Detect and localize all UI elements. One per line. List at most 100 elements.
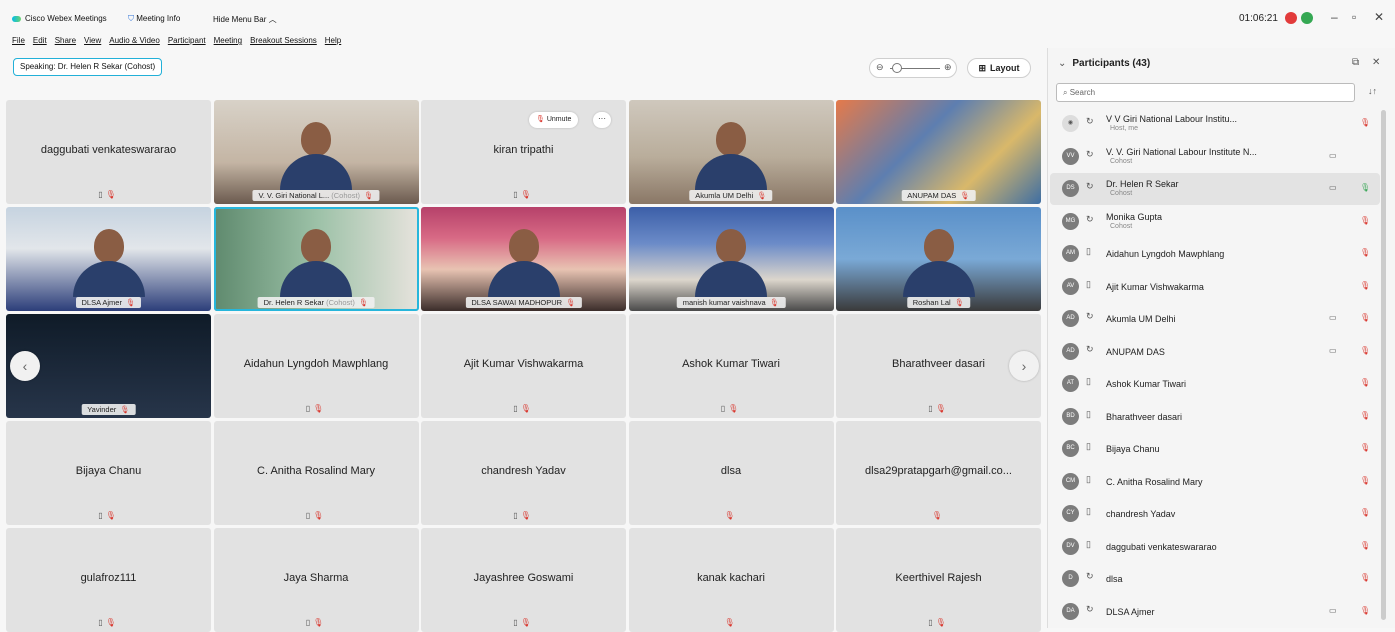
zoom-slider[interactable]: ⊖ ⊕ [869,58,957,78]
tile-status-icons: ▯🎙 [6,190,211,199]
participant-row[interactable]: AV ▯ Ajit Kumar Vishwakarma 🎙 [1050,271,1380,303]
participant-row[interactable]: BD ▯ Bharathveer dasari 🎙 [1050,401,1380,433]
participants-title[interactable]: ⌄ Participants (43) [1058,58,1150,69]
panel-close-icon[interactable]: ✕ [1372,57,1380,68]
participant-tile[interactable]: dlsa29pratapgarh@gmail.co... 🎙 [836,421,1041,525]
mic-muted-icon[interactable]: 🎙 [1360,216,1370,225]
layout-button[interactable]: ⊞ Layout [967,58,1031,78]
popout-icon[interactable]: ⧉ [1352,57,1359,68]
participant-tile[interactable]: Jaya Sharma ▯🎙 [213,528,419,632]
participant-tile[interactable]: Jayashree Goswami ▯🎙 [421,528,626,632]
participant-tile[interactable]: C. Anitha Rosalind Mary ▯🎙 [213,421,419,525]
participant-row[interactable]: AD ↻ ANUPAM DAS ▭ 🎙 [1050,336,1380,368]
mic-active-icon[interactable]: 🎙 [1360,183,1370,192]
participant-scrollbar[interactable] [1381,110,1386,620]
mic-muted-icon[interactable]: 🎙 [1360,281,1370,290]
participant-tile[interactable]: kanak kachari 🎙 [628,528,834,632]
participant-tile[interactable]: Ajit Kumar Vishwakarma ▯🎙 [421,314,626,418]
participant-tile[interactable]: Keerthivel Rajesh ▯🎙 [836,528,1041,632]
mic-muted-icon[interactable]: 🎙 [1360,508,1370,517]
participant-row[interactable]: DV ▯ daggubati venkateswararao 🎙 [1050,531,1380,563]
mic-muted-icon[interactable]: 🎙 [1360,606,1370,615]
menu-view[interactable]: View [84,36,101,45]
menu-participant[interactable]: Participant [168,36,206,45]
participant-row[interactable]: ◉ ↻ V V Giri National Labour Institu... Hos… [1050,108,1380,140]
zoom-handle[interactable] [892,63,902,73]
participant-tile[interactable]: manish kumar vaishnava 🎙 [628,207,834,311]
menu-share[interactable]: Share [55,36,76,45]
menu-file[interactable]: File [12,36,25,45]
participant-tile[interactable]: gulafroz111 ▯🎙 [6,528,211,632]
participant-row[interactable]: DA ↻ DLSA Ajmer ▭ 🎙 [1050,596,1380,628]
participant-tile[interactable]: dlsa 🎙 [628,421,834,525]
mic-muted-icon[interactable]: 🎙 [1360,573,1370,582]
participant-row[interactable]: D ↻ dlsa 🎙 [1050,563,1380,595]
menu-breakout-sessions[interactable]: Breakout Sessions [250,36,317,45]
mic-muted-icon[interactable]: 🎙 [1360,378,1370,387]
network-status-icon[interactable] [1301,12,1313,24]
mic-muted-icon: 🎙 [313,511,327,520]
participant-tile[interactable]: V. V. Giri National L... (Cohost) 🎙 [213,100,419,204]
mic-muted-icon[interactable]: 🎙 [1360,118,1370,127]
desktop-app-icon: ↻ [1086,213,1094,224]
more-options-button[interactable]: ··· [593,112,611,128]
mic-muted-icon: 🎙 [520,190,534,199]
participant-tile[interactable]: DLSA Ajmer 🎙 [6,207,211,311]
participant-row[interactable]: AD ↻ Akumla UM Delhi ▭ 🎙 [1050,303,1380,335]
hide-menu-bar-button[interactable]: Hide Menu Bar ︿ [213,14,277,25]
maximize-button[interactable]: ▫ [1352,10,1356,24]
participant-tile[interactable]: Aidahun Lyngdoh Mawphlang ▯🎙 [213,314,419,418]
participant-search-input[interactable]: ⌕ Search [1056,83,1355,102]
participant-row[interactable]: VV ↻ V. V. Giri National Labour Institute … [1050,141,1380,173]
mobile-device-icon: ▯ [1086,278,1091,289]
unmute-button[interactable]: 🎙 Unmute [529,112,579,128]
participant-row[interactable]: BC ▯ Bijaya Chanu 🎙 [1050,433,1380,465]
meeting-info-button[interactable]: ⛉ Meeting Info [128,14,180,24]
mic-muted-icon[interactable]: 🎙 [1360,541,1370,550]
menu-audio-video[interactable]: Audio & Video [109,36,160,45]
participant-row[interactable]: MG ↻ Monika Gupta Cohost 🎙 [1050,206,1380,238]
tile-status-icons: ▯🎙 [421,618,626,627]
tile-status-icons: ▯🎙 [6,511,211,520]
participant-tile[interactable]: DLSA SAWAI MADHOPUR 🎙 [421,207,626,311]
mic-muted-icon: 🎙 [757,191,767,200]
mic-muted-icon[interactable]: 🎙 [1360,248,1370,257]
close-button[interactable]: ✕ [1374,10,1384,24]
participant-row[interactable]: CM ▯ C. Anitha Rosalind Mary 🎙 [1050,466,1380,498]
participant-tile[interactable]: chandresh Yadav ▯🎙 [421,421,626,525]
menu-help[interactable]: Help [325,36,341,45]
participant-tile[interactable]: daggubati venkateswararao ▯🎙 [6,100,211,204]
zoom-out-icon[interactable]: ⊖ [876,62,884,73]
unmute-label: Unmute [546,116,572,123]
mic-muted-icon[interactable]: 🎙 [1360,313,1370,322]
sort-icon[interactable]: ↓↑ [1368,86,1377,96]
mic-muted-icon[interactable]: 🎙 [1360,476,1370,485]
participant-tile[interactable]: Akumla UM Delhi 🎙 [628,100,834,204]
recording-icon[interactable] [1285,12,1297,24]
mic-muted-icon[interactable]: 🎙 [1360,411,1370,420]
participant-tile[interactable]: kiran tripathi ▯🎙 🎙 Unmute ··· [421,100,626,204]
tile-name: kanak kachari [697,572,765,584]
mic-muted-icon: 🎙 [105,618,119,627]
mic-muted-icon[interactable]: 🎙 [1360,346,1370,355]
participant-tile[interactable]: Bijaya Chanu ▯🎙 [6,421,211,525]
mic-muted-icon[interactable]: 🎙 [1360,443,1370,452]
participant-tile[interactable]: Ashok Kumar Tiwari ▯🎙 [628,314,834,418]
menu-meeting[interactable]: Meeting [214,36,242,45]
participant-tile[interactable]: ANUPAM DAS 🎙 [836,100,1041,204]
participant-tile[interactable]: Roshan Lal 🎙 [836,207,1041,311]
participant-row[interactable]: AT ▯ Ashok Kumar Tiwari 🎙 [1050,368,1380,400]
participant-row[interactable]: AM ▯ Aidahun Lyngdoh Mawphlang 🎙 [1050,238,1380,270]
tile-name: DLSA SAWAI MADHOPUR [471,298,563,307]
participant-name: V V Giri National Labour Institu... [1106,114,1238,124]
participant-row[interactable]: DS ↻ Dr. Helen R Sekar Cohost ▭ 🎙 [1050,173,1380,205]
grid-icon: ⊞ [978,62,987,73]
participant-tile[interactable]: Dr. Helen R Sekar (Cohost) 🎙 [213,207,419,311]
participant-row[interactable]: CY ▯ chandresh Yadav 🎙 [1050,498,1380,530]
minimize-button[interactable]: – [1331,10,1338,24]
menu-edit[interactable]: Edit [33,36,47,45]
zoom-in-icon[interactable]: ⊕ [944,62,952,73]
previous-page-button[interactable]: ‹ [10,351,40,381]
mic-muted-icon: 🎙 [105,190,119,199]
next-page-button[interactable]: › [1009,351,1039,381]
